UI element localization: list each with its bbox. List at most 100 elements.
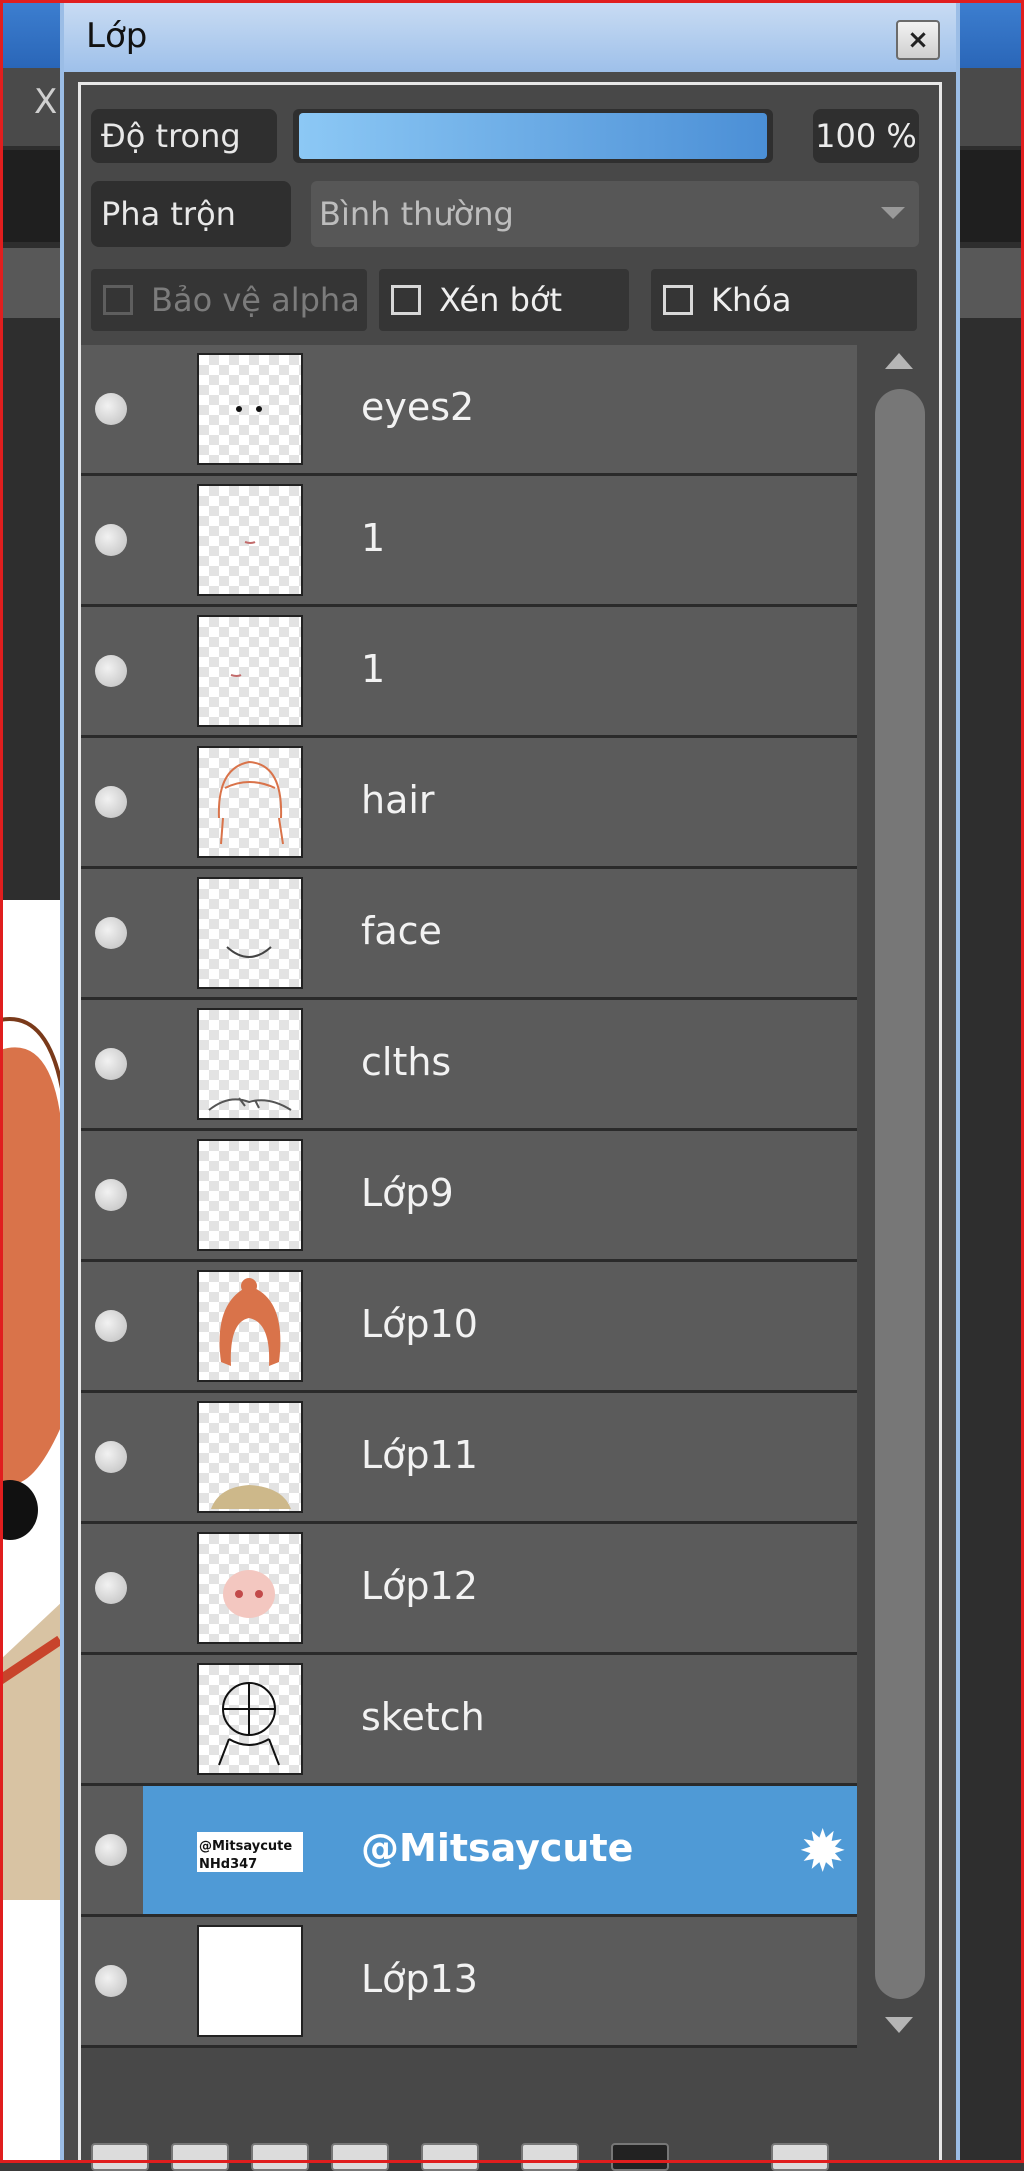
visibility-icon[interactable] — [95, 1179, 127, 1211]
layer-thumbnail — [197, 1663, 303, 1775]
layer-name: face — [361, 909, 442, 953]
layer-name: 1 — [361, 647, 386, 691]
layer-thumbnail — [197, 1008, 303, 1120]
lock-label: Khóa — [711, 281, 792, 319]
thumb-text-line-1: @Mitsaycute — [199, 1839, 292, 1854]
visibility-icon[interactable] — [95, 1572, 127, 1604]
layer-thumbnail — [197, 1925, 303, 2037]
layer-row[interactable]: sketch — [81, 1655, 857, 1786]
panel-body: Độ trong 100 % Pha trộn Bình thường Bảo … — [78, 82, 942, 2171]
layer-row[interactable]: Lớp13 — [81, 1917, 857, 2048]
blend-label: Pha trộn — [91, 181, 291, 247]
scroll-up-icon[interactable] — [885, 353, 913, 369]
chevron-down-icon — [881, 207, 905, 219]
new-layer-folder-button[interactable] — [171, 2143, 229, 2171]
visibility-icon[interactable] — [95, 1965, 127, 1997]
merge-layer-button[interactable] — [331, 2143, 389, 2171]
close-icon: × — [907, 25, 929, 55]
layer-thumbnail — [197, 1139, 303, 1251]
left-tab-strip — [0, 248, 64, 318]
layer-row[interactable]: clths — [81, 1000, 857, 1131]
layer-thumbnail — [197, 1401, 303, 1513]
layer-name: eyes2 — [361, 385, 475, 429]
visibility-icon[interactable] — [95, 1310, 127, 1342]
layer-name: Lớp13 — [361, 1957, 478, 2001]
layer-name: hair — [361, 778, 435, 822]
layer-name: clths — [361, 1040, 452, 1084]
checkbox-icon — [663, 285, 693, 315]
right-background — [960, 68, 1024, 2163]
opacity-label-text: Độ trong — [101, 117, 241, 155]
gear-icon[interactable]: ✹ — [798, 1822, 847, 1880]
layer-name: @Mitsaycute — [361, 1826, 634, 1870]
visibility-icon[interactable] — [95, 524, 127, 556]
right-toolbar-strip — [960, 68, 1024, 146]
layer-thumbnail — [197, 1532, 303, 1644]
copy-layer-button[interactable] — [251, 2143, 309, 2171]
scroll-down-icon[interactable] — [885, 2017, 913, 2033]
layer-thumbnail: @Mitsaycute NHd347 — [197, 1794, 303, 1906]
layer-name: Lớp11 — [361, 1433, 478, 1477]
visibility-icon[interactable] — [95, 1834, 127, 1866]
new-layer-button[interactable] — [91, 2143, 149, 2171]
layer-thumbnail — [197, 746, 303, 858]
layer-toolbar — [81, 2135, 939, 2171]
blend-label-text: Pha trộn — [101, 195, 236, 233]
layer-row[interactable]: Lớp9 — [81, 1131, 857, 1262]
layer-name: 1 — [361, 516, 386, 560]
layer-row[interactable]: Lớp10 — [81, 1262, 857, 1393]
close-button[interactable]: × — [896, 20, 940, 60]
right-menu-strip — [960, 150, 1024, 242]
layer-row[interactable]: 1 — [81, 476, 857, 607]
blend-mode-value: Bình thường — [319, 195, 514, 233]
checkbox-icon — [391, 285, 421, 315]
layer-row[interactable]: face — [81, 869, 857, 1000]
left-menu-strip — [0, 150, 64, 242]
layer-name: sketch — [361, 1695, 485, 1739]
clip-checkbox[interactable]: Xén bớt — [379, 269, 629, 331]
close-tab-icon[interactable]: X — [34, 82, 57, 122]
layer-list-scrollbar[interactable] — [861, 345, 937, 2045]
lock-checkbox[interactable]: Khóa — [651, 269, 917, 331]
visibility-icon[interactable] — [95, 786, 127, 818]
layer-thumbnail — [197, 484, 303, 596]
right-tab-strip — [960, 248, 1024, 318]
layer-row[interactable]: eyes2 — [81, 345, 857, 476]
layer-name: Lớp10 — [361, 1302, 478, 1346]
layer-name: Lớp9 — [361, 1171, 454, 1215]
layer-row[interactable]: Lớp12 — [81, 1524, 857, 1655]
clip-label: Xén bớt — [439, 281, 563, 319]
opacity-label: Độ trong — [91, 109, 277, 163]
opacity-slider[interactable] — [293, 109, 773, 163]
panel-title: Lớp — [86, 16, 148, 56]
layer-panel: Lớp × Độ trong 100 % Pha trộn Bình thườn… — [60, 2, 960, 2171]
layer-thumbnail — [197, 353, 303, 465]
layer-name: Lớp12 — [361, 1564, 478, 1608]
layer-row-selected[interactable]: @Mitsaycute NHd347 @Mitsaycute ✹ — [81, 1786, 857, 1917]
panel-titlebar[interactable]: Lớp × — [64, 2, 956, 72]
delete-layer-button[interactable] — [771, 2143, 829, 2171]
visibility-icon[interactable] — [95, 655, 127, 687]
layer-thumbnail — [197, 1270, 303, 1382]
layer-row[interactable]: hair — [81, 738, 857, 869]
canvas-artwork — [0, 1017, 64, 1900]
layer-row[interactable]: Lớp11 — [81, 1393, 857, 1524]
visibility-icon[interactable] — [95, 393, 127, 425]
layer-thumbnail — [197, 877, 303, 989]
drawing-canvas[interactable] — [0, 900, 64, 2163]
visibility-icon[interactable] — [95, 917, 127, 949]
protect-alpha-label: Bảo vệ alpha — [151, 281, 360, 319]
opacity-value[interactable]: 100 % — [813, 109, 919, 163]
checkbox-icon — [103, 285, 133, 315]
protect-alpha-checkbox[interactable]: Bảo vệ alpha — [91, 269, 367, 331]
clear-layer-button[interactable] — [421, 2143, 479, 2171]
layer-mode-button[interactable] — [611, 2143, 669, 2171]
layer-thumbnail — [197, 615, 303, 727]
layer-row[interactable]: 1 — [81, 607, 857, 738]
visibility-icon[interactable] — [95, 1441, 127, 1473]
thumb-text-line-2: NHd347 — [199, 1857, 257, 1872]
visibility-icon[interactable] — [95, 1048, 127, 1080]
scrollbar-thumb[interactable] — [875, 389, 925, 1999]
blend-mode-select[interactable]: Bình thường — [311, 181, 919, 247]
move-layer-button[interactable] — [521, 2143, 579, 2171]
